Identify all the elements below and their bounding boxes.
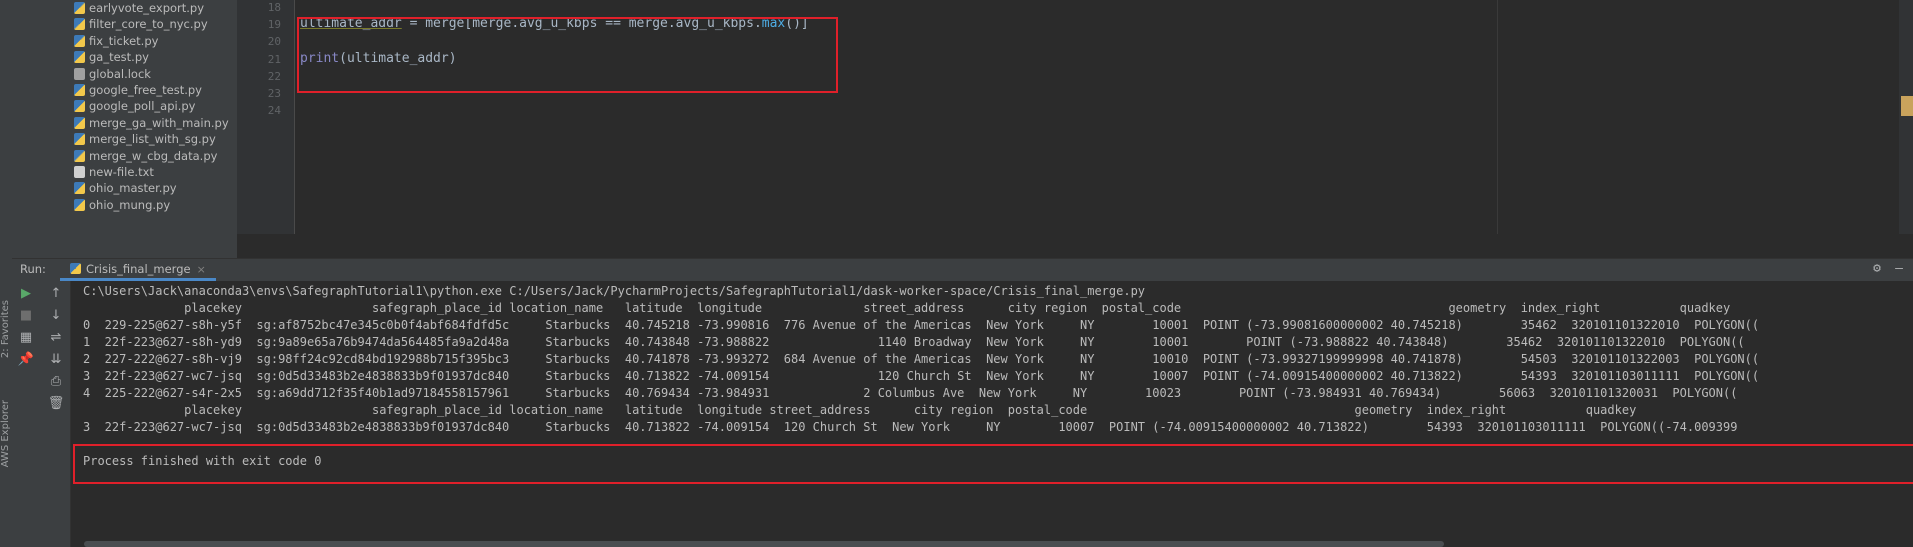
trash-icon[interactable]: 🗑 (46, 395, 66, 413)
run-console[interactable]: C:\Users\Jack\anaconda3\envs\SafegraphTu… (71, 281, 1913, 547)
tree-file-label: merge_w_cbg_data.py (89, 148, 218, 163)
line-number: 21 (267, 53, 281, 66)
text-file-icon (74, 166, 85, 178)
aws-explorer-tab[interactable]: AWS Explorer (0, 400, 11, 467)
tree-file-label: merge_ga_with_main.py (89, 115, 229, 130)
console-row: 3 22f-223@627-wc7-jsq sg:0d5d33483b2e483… (83, 369, 1760, 383)
python-file-icon (74, 2, 85, 14)
python-file-icon (74, 51, 85, 64)
console-row: 0 229-225@627-s8h-y5f sg:af8752bc47e345c… (83, 318, 1760, 332)
favorites-tab[interactable]: 2: Favorites (0, 300, 11, 358)
console-header: placekey safegraph_place_id location_nam… (83, 301, 1774, 315)
tree-file-label: merge_list_with_sg.py (89, 132, 216, 147)
line-number: 23 (267, 87, 281, 100)
scroll-to-end-icon[interactable]: ⇊ (46, 351, 66, 369)
result-highlight-box (73, 444, 1913, 484)
python-file-icon (74, 149, 85, 162)
python-file-icon (74, 133, 85, 146)
tree-file-label: ohio_master.py (89, 181, 177, 196)
arrow-down-icon[interactable]: ↓ (46, 307, 66, 325)
line-number-gutter: 18 19 20 21 22 23 24 (237, 0, 295, 234)
console-row: 4 225-222@627-s4r-2x5 sg:a69dd712f35f40b… (83, 386, 1738, 400)
run-tab-label: Crisis_final_merge (86, 262, 191, 276)
console-horizontal-scrollbar[interactable] (84, 541, 1444, 547)
tree-file-label: google_free_test.py (89, 83, 202, 97)
python-file-icon (74, 100, 85, 113)
line-number: 19 (267, 18, 281, 31)
line-number: 20 (267, 35, 281, 48)
line-number: 24 (267, 104, 281, 117)
tree-file-item[interactable]: ohio_mung.py (74, 195, 170, 215)
minimize-icon[interactable]: — (1891, 261, 1907, 277)
pin-icon[interactable]: 📌 (16, 351, 36, 369)
python-file-icon (74, 84, 85, 96)
right-margin-guide (1497, 0, 1498, 234)
run-panel-header: Run: Crisis_final_merge × ⚙ — (12, 258, 1913, 282)
python-file-icon (74, 18, 85, 31)
editor-scrollbar[interactable] (1899, 0, 1913, 234)
run-label: Run: (20, 262, 46, 276)
tree-file-label: fix_ticket.py (89, 33, 159, 48)
console-result-row: 3 22f-223@627-wc7-jsq sg:0d5d33483b2e483… (83, 420, 1738, 434)
tree-file-label: filter_core_to_nyc.py (89, 17, 208, 32)
scroll-marker[interactable] (1901, 96, 1913, 116)
run-tab-crisis-final-merge[interactable]: Crisis_final_merge × (60, 259, 216, 281)
line-number: 22 (267, 70, 281, 83)
tree-file-label: earlyvote_export.py (89, 1, 205, 15)
console-row: 2 227-222@627-s8h-vj9 sg:98ff24c92cd84bd… (83, 352, 1760, 366)
console-header: placekey safegraph_place_id location_nam… (83, 403, 1637, 417)
tree-file-label: ohio_mung.py (89, 197, 171, 212)
python-file-icon (74, 34, 85, 47)
stop-icon[interactable]: ■ (16, 307, 36, 325)
python-file-icon (74, 198, 85, 211)
layout-icon[interactable]: ▦ (16, 329, 36, 347)
arrow-up-icon[interactable]: ↑ (46, 285, 66, 303)
tree-file-label: google_poll_api.py (89, 99, 196, 114)
tree-file-label: new-file.txt (89, 165, 154, 179)
close-tab-icon[interactable]: × (197, 263, 206, 276)
project-tree: earlyvote_export.py filter_core_to_nyc.py… (12, 0, 237, 258)
gear-icon[interactable]: ⚙ (1869, 261, 1885, 277)
python-file-icon (70, 263, 81, 274)
tree-file-label: ga_test.py (89, 50, 149, 65)
rerun-icon[interactable]: ▶ (16, 285, 36, 303)
print-icon[interactable]: ⎙ (46, 373, 66, 391)
lock-file-icon (74, 67, 85, 80)
run-toolbar-right: ↑ ↓ ⇌ ⇊ ⎙ 🗑 (42, 281, 71, 547)
run-toolbar-left: ▶ ■ ▦ 📌 (12, 281, 43, 547)
soft-wrap-icon[interactable]: ⇌ (46, 329, 66, 347)
line-number: 18 (267, 1, 281, 14)
console-command: C:\Users\Jack\anaconda3\envs\SafegraphTu… (83, 284, 1146, 298)
python-file-icon (74, 116, 85, 129)
tree-file-label: global.lock (89, 66, 151, 81)
code-highlight-box (297, 17, 838, 93)
console-row: 1 22f-223@627-s8h-yd9 sg:9a89e65a76b9474… (83, 335, 1745, 349)
python-file-icon (74, 182, 85, 195)
